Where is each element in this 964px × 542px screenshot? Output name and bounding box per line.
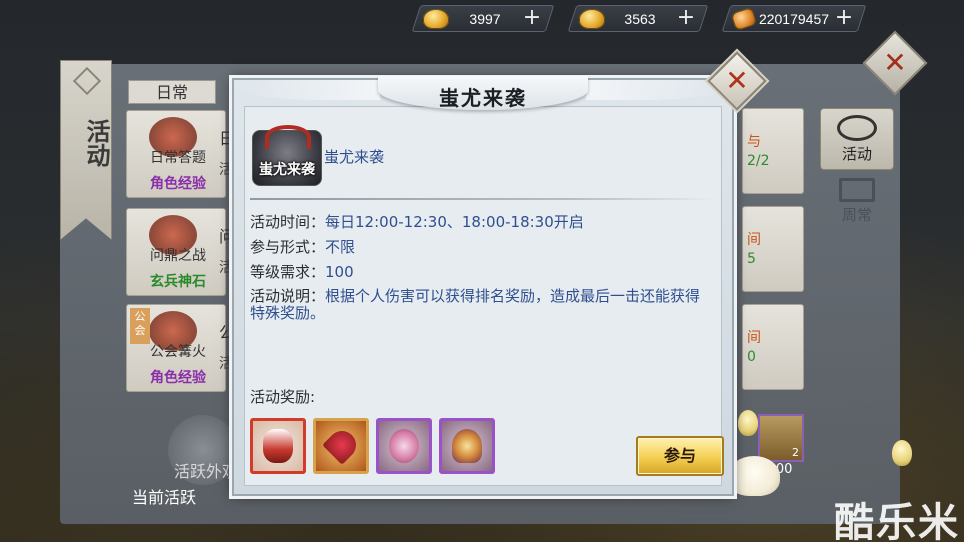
modal-title: 蚩尤来袭	[439, 86, 527, 110]
current-active-label: 当前活跃	[132, 488, 197, 507]
activity-card-right[interactable]: 间 5	[742, 206, 804, 292]
info-row-level: 等级需求：100	[250, 262, 354, 282]
gold-ingot-icon	[579, 8, 605, 29]
tab-weekly[interactable]: 周常	[820, 172, 894, 234]
info-value: 100	[325, 263, 354, 281]
currency-value: 3563	[624, 10, 656, 27]
tab-activity[interactable]: 活动	[820, 108, 894, 170]
activity-card[interactable]: 问鼎之战 玄兵神石 问 活	[126, 208, 235, 296]
info-value: 每日12:00-12:30、18:00-18:30开启	[325, 213, 584, 231]
reward-chest-item[interactable]: 2	[758, 414, 804, 462]
card-status: 间	[747, 330, 761, 346]
activity-card-right[interactable]: 间 0	[742, 304, 804, 390]
add-currency-button[interactable]: +	[833, 5, 855, 30]
add-currency-button[interactable]: +	[521, 5, 543, 30]
tab-daily[interactable]: 日常	[128, 80, 216, 104]
item-quantity: 2	[792, 446, 799, 459]
divider	[250, 198, 716, 200]
info-key: 等级需求：	[250, 263, 326, 281]
flower-box-icon	[389, 429, 419, 463]
activity-card-reward: 角色经验	[150, 370, 206, 386]
activity-name: 蚩尤来袭	[324, 148, 385, 166]
activity-card[interactable]: 日常答题 角色经验 日 活	[126, 110, 235, 198]
reward-item-costume[interactable]	[250, 418, 306, 474]
activity-card-name: 公会篝火	[150, 344, 206, 360]
costume-icon	[263, 429, 293, 463]
calendar-icon	[839, 178, 875, 202]
activity-card-reward: 玄兵神石	[150, 274, 206, 290]
currency-gold: 3563 +	[567, 5, 709, 32]
activity-card-desc: 活	[219, 162, 233, 178]
side-title-tab: 活动	[60, 60, 112, 240]
lotus-decoration	[728, 456, 780, 496]
activity-card-desc: 活	[219, 260, 233, 276]
info-row-time: 活动时间：每日12:00-12:30、18:00-18:30开启	[250, 212, 584, 232]
currency-locked-gold: 3997 +	[411, 5, 555, 32]
emblem-icon	[72, 66, 102, 96]
activity-card-name: 日常答题	[150, 150, 206, 166]
active-appearance-label: 活跃外观	[174, 462, 239, 481]
activity-card-reward: 角色经验	[150, 176, 206, 192]
card-status: 间	[747, 232, 761, 248]
lotus-bud-decoration	[738, 410, 758, 436]
horns-icon	[265, 125, 311, 149]
add-currency-button[interactable]: +	[675, 5, 697, 30]
amulet-icon	[452, 429, 482, 463]
watermark: 酷乐米	[834, 500, 960, 542]
currency-value: 220179457	[758, 10, 830, 27]
close-icon: ✕	[725, 64, 749, 97]
desc-key: 活动说明：	[250, 287, 326, 305]
reward-item-flower[interactable]	[376, 418, 432, 474]
activity-icon-label: 蚩尤来袭	[259, 162, 315, 178]
info-key: 参与形式：	[250, 238, 326, 256]
card-count: 5	[747, 251, 756, 267]
card-status: 与	[747, 134, 761, 150]
info-value: 不限	[325, 238, 356, 256]
reward-label: 活动奖励:	[250, 388, 316, 406]
reward-item-chest[interactable]	[313, 418, 369, 474]
activity-card-right[interactable]: 与 2/2	[742, 108, 804, 194]
activity-card-desc: 活	[219, 356, 233, 372]
tab-activity-label: 活动	[841, 145, 872, 163]
card-count: 0	[747, 349, 756, 365]
reward-item-amulet[interactable]	[439, 418, 495, 474]
info-row-format: 参与形式：不限	[250, 237, 355, 257]
activity-icon: 蚩尤来袭	[252, 125, 322, 186]
currency-value: 3997	[469, 10, 501, 27]
info-key: 活动时间：	[250, 213, 326, 231]
activity-card-name: 问鼎之战	[150, 248, 206, 264]
lotus-bud-decoration	[892, 440, 912, 466]
activity-description: 活动说明：根据个人伤害可以获得排名奖励，造成最后一击还能获得特殊奖励。	[250, 288, 710, 322]
activity-tab-icon	[837, 115, 877, 141]
side-title: 活动	[82, 119, 110, 167]
tab-weekly-label: 周常	[841, 206, 872, 224]
heart-chest-icon	[322, 425, 362, 465]
close-icon: ✕	[883, 46, 907, 79]
join-button[interactable]: 参与	[636, 436, 724, 476]
locked-gold-ingot-icon	[423, 8, 449, 29]
guild-tag: 公会	[130, 308, 150, 344]
currency-silver: 220179457 +	[721, 5, 867, 32]
card-count: 2/2	[747, 153, 770, 169]
silver-coin-icon	[730, 6, 758, 31]
